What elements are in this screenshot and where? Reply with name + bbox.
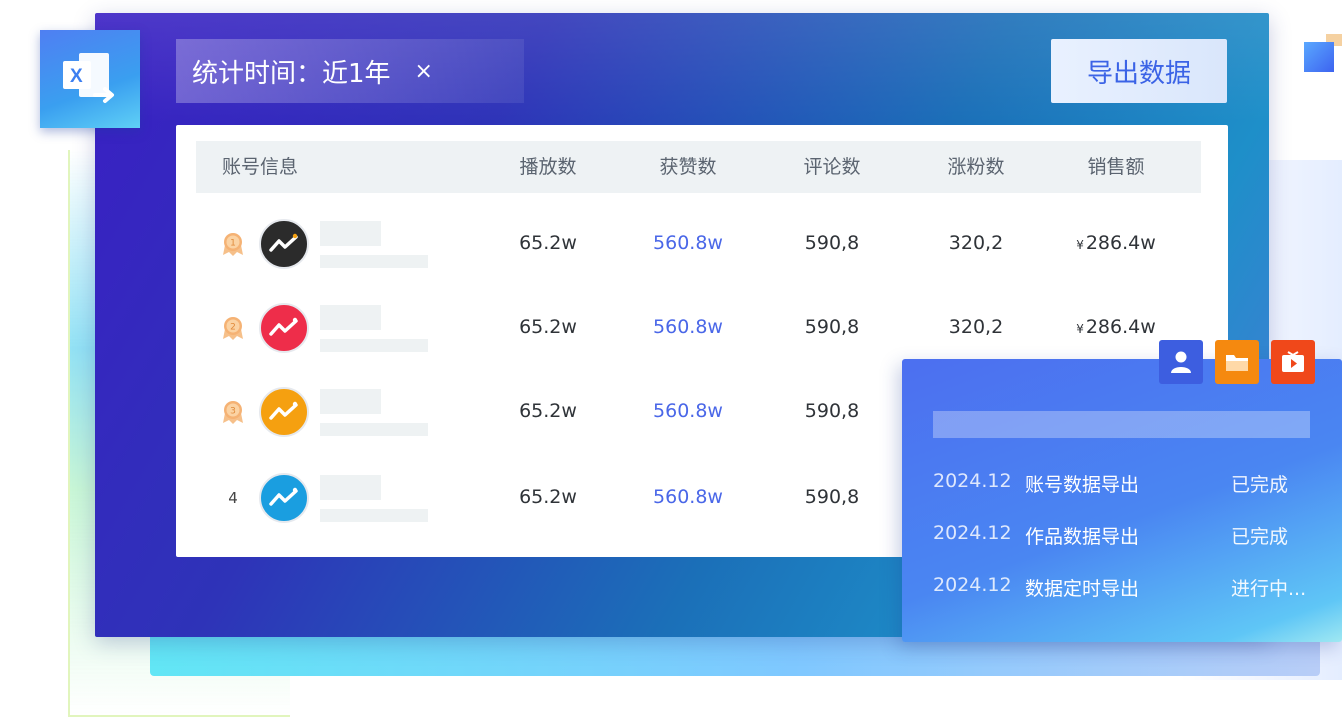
account-name-placeholder [320, 305, 381, 330]
sales-value: 286.4w [1085, 316, 1156, 338]
currency-symbol: ¥ [1076, 322, 1084, 336]
plays-cell: 65.2w [519, 486, 577, 508]
account-sub-placeholder [320, 423, 428, 436]
account-sub-placeholder [320, 339, 428, 352]
plays-cell: 65.2w [519, 316, 577, 338]
rank-medal-icon: 2 [223, 317, 243, 340]
trend-icon [269, 401, 298, 420]
task-name: 作品数据导出 [1025, 526, 1140, 548]
time-filter-chip[interactable]: 统计时间：近1年 × [176, 39, 524, 103]
sales-cell: ¥286.4w [1064, 285, 1168, 369]
col-plays: 播放数 [519, 156, 577, 178]
svg-text:X: X [70, 66, 83, 87]
user-icon [1171, 351, 1191, 373]
folder-icon [1226, 355, 1248, 371]
sales-cell: ¥286.4w [1064, 201, 1168, 285]
table-header: 账号信息 播放数 获赞数 评论数 涨粉数 销售额 [196, 141, 1201, 193]
svg-text:2: 2 [230, 323, 236, 333]
avatar [259, 219, 309, 269]
comments-cell: 590,8 [804, 486, 860, 508]
rank-number: 4 [228, 489, 238, 507]
plays-cell: 65.2w [519, 232, 577, 254]
export-data-button[interactable]: 导出数据 [1051, 39, 1227, 103]
avatar [259, 473, 309, 523]
account-name-placeholder [320, 221, 381, 246]
account-name-placeholder [320, 389, 381, 414]
plays-cell: 65.2w [519, 400, 577, 422]
task-date: 2024.12 [933, 522, 1012, 544]
task-status: 进行中... [1231, 578, 1307, 600]
task-name: 账号数据导出 [1025, 474, 1140, 496]
task-row[interactable]: 2024.12 数据定时导出 进行中... [933, 574, 1313, 604]
video-tile[interactable] [1271, 340, 1315, 384]
close-icon[interactable]: × [415, 59, 433, 84]
followers-cell: 320,2 [948, 316, 1004, 338]
col-followers: 涨粉数 [947, 156, 1005, 178]
task-date: 2024.12 [933, 470, 1012, 492]
account-sub-placeholder [320, 509, 428, 522]
table-row[interactable]: 2 65.2w 560.8w 590,8 320,2 ¥286.4w [196, 285, 1201, 369]
followers-cell: 320,2 [948, 232, 1004, 254]
likes-cell: 560.8w [653, 316, 723, 338]
user-tile[interactable] [1159, 340, 1203, 384]
trend-icon [269, 317, 298, 336]
avatar [259, 387, 309, 437]
svg-text:1: 1 [230, 239, 236, 249]
currency-symbol: ¥ [1076, 238, 1084, 252]
excel-export-icon: X [40, 30, 140, 128]
task-row[interactable]: 2024.12 作品数据导出 已完成 [933, 522, 1313, 552]
panel-search-bar [933, 411, 1310, 438]
export-task-panel: 2024.12 账号数据导出 已完成 2024.12 作品数据导出 已完成 20… [902, 359, 1342, 642]
rank-medal-icon: 1 [223, 233, 243, 256]
sales-value: 286.4w [1085, 232, 1156, 254]
likes-cell: 560.8w [653, 232, 723, 254]
table-row[interactable]: 1 65.2w 560.8w 590,8 320,2 ¥286.4w [196, 201, 1201, 285]
svg-text:3: 3 [230, 407, 236, 417]
comments-cell: 590,8 [804, 400, 860, 422]
likes-cell: 560.8w [653, 400, 723, 422]
account-sub-placeholder [320, 255, 428, 268]
task-status: 已完成 [1231, 526, 1289, 548]
task-row[interactable]: 2024.12 账号数据导出 已完成 [933, 470, 1313, 500]
task-date: 2024.12 [933, 574, 1012, 596]
likes-cell: 560.8w [653, 486, 723, 508]
trend-icon [269, 233, 298, 252]
avatar [259, 303, 309, 353]
video-icon [1282, 351, 1304, 372]
col-comments: 评论数 [803, 156, 861, 178]
decor-square [1304, 42, 1334, 72]
trend-icon [269, 487, 298, 506]
time-filter-label: 统计时间：近1年 [192, 58, 391, 89]
rank-medal-icon: 3 [223, 401, 243, 424]
comments-cell: 590,8 [804, 232, 860, 254]
col-sales: 销售额 [1087, 156, 1145, 178]
col-likes: 获赞数 [659, 156, 717, 178]
comments-cell: 590,8 [804, 316, 860, 338]
task-name: 数据定时导出 [1025, 578, 1140, 600]
col-account: 账号信息 [222, 156, 299, 178]
account-name-placeholder [320, 475, 381, 500]
task-status: 已完成 [1231, 474, 1289, 496]
folder-tile[interactable] [1215, 340, 1259, 384]
